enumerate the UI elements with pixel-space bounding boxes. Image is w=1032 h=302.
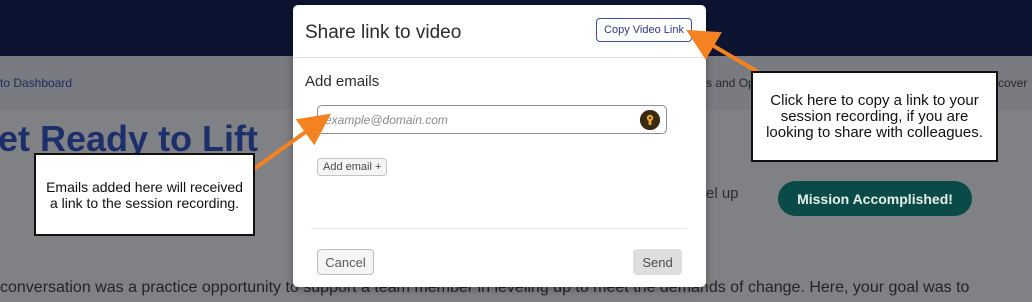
arrow-to-email-field bbox=[245, 113, 331, 176]
emails-callout: Emails added here will received a link t… bbox=[34, 153, 255, 236]
copy-link-callout: Click here to copy a link to your sessio… bbox=[751, 71, 998, 162]
